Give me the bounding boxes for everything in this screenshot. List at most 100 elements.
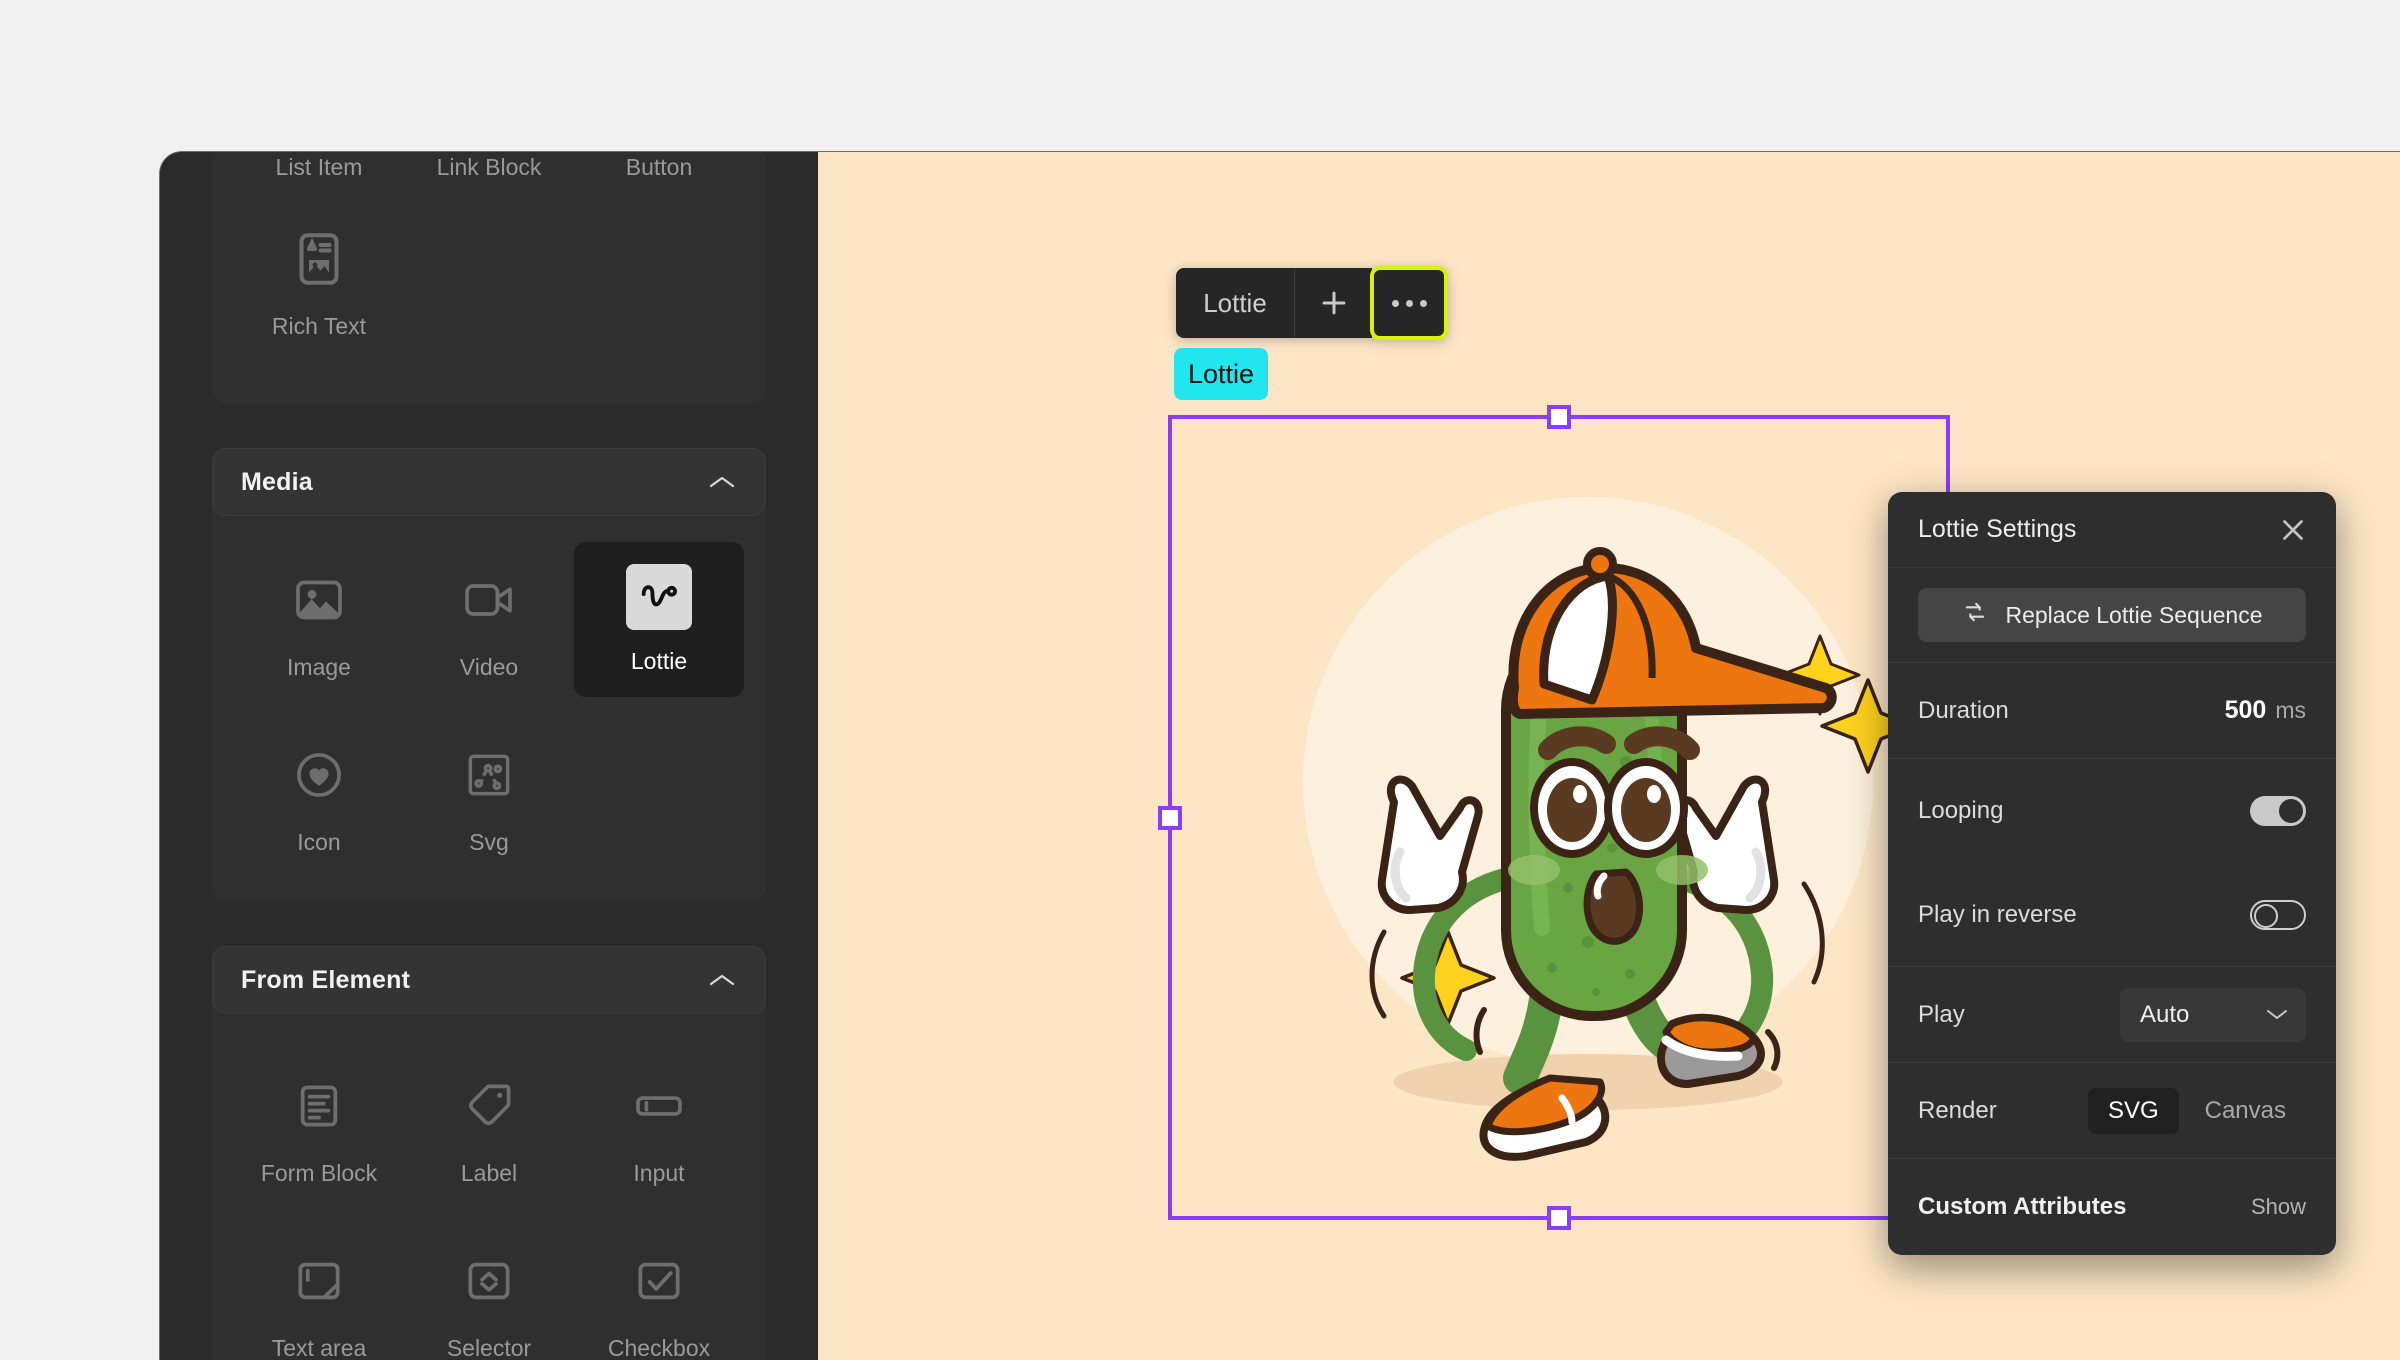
- tile-icon[interactable]: Icon: [234, 717, 404, 872]
- replace-icon: [1961, 598, 1989, 632]
- render-option-svg[interactable]: SVG: [2087, 1087, 2179, 1134]
- section-media: Media Image Video Lottie Icon Svg: [212, 448, 766, 902]
- tag-icon: [453, 1070, 525, 1142]
- render-segmented-control[interactable]: SVG Canvas: [2087, 1087, 2306, 1134]
- custom-attributes-show-link[interactable]: Show: [2251, 1194, 2306, 1220]
- duration-value[interactable]: 500: [2225, 696, 2267, 724]
- row-looping[interactable]: Looping: [1888, 759, 2336, 863]
- top-labels-row: List Item Link Block Button: [212, 152, 766, 181]
- selection-box[interactable]: [1158, 405, 1960, 1230]
- tile-label-link-block: Link Block: [436, 154, 542, 180]
- tile-empty-1: [404, 201, 574, 356]
- rich-text-icon: [283, 223, 355, 295]
- play-in-reverse-toggle[interactable]: [2250, 899, 2306, 930]
- section-from-element-grid: Form Block Label Input Text area Selecto…: [212, 1014, 766, 1360]
- tile-lottie[interactable]: Lottie: [574, 542, 744, 697]
- tile-video[interactable]: Video: [404, 542, 574, 697]
- toggle-knob: [2254, 903, 2278, 928]
- tile-svg[interactable]: Svg: [404, 717, 574, 872]
- image-icon: [283, 564, 355, 636]
- render-label: Render: [1918, 1096, 1997, 1124]
- tile-checkbox[interactable]: Checkbox: [574, 1223, 744, 1360]
- render-option-canvas[interactable]: Canvas: [2185, 1088, 2306, 1134]
- tile-label: Input: [633, 1160, 685, 1186]
- video-icon: [453, 564, 525, 636]
- tile-label: Svg: [469, 829, 509, 855]
- plus-icon[interactable]: [1294, 268, 1372, 338]
- element-toolbar[interactable]: Lottie: [1176, 266, 1448, 340]
- screen: List Item Link Block Button Rich Text Me…: [0, 0, 2400, 1360]
- input-icon: [623, 1070, 695, 1142]
- add-elements-panel[interactable]: List Item Link Block Button Rich Text Me…: [160, 152, 818, 1360]
- duration-label: Duration: [1918, 696, 2009, 724]
- play-label: Play: [1918, 1000, 1965, 1028]
- section-from-element-header[interactable]: From Element: [212, 946, 766, 1014]
- row-duration[interactable]: Duration 500 ms: [1888, 663, 2336, 759]
- section-media-grid: Image Video Lottie Icon Svg: [212, 516, 766, 902]
- tile-label[interactable]: Label: [404, 1048, 574, 1203]
- group-basic: List Item Link Block Button Rich Text: [212, 152, 766, 404]
- ellipsis-icon[interactable]: [1370, 266, 1448, 340]
- chevron-up-icon[interactable]: [707, 473, 737, 491]
- row-play[interactable]: Play Auto: [1888, 967, 2336, 1063]
- play-in-reverse-label: Play in reverse: [1918, 900, 2077, 928]
- tile-label: Lottie: [630, 648, 688, 674]
- form-block-icon: [283, 1070, 355, 1142]
- tile-label-button: Button: [625, 154, 693, 180]
- dot: [1405, 299, 1413, 307]
- dot: [1419, 299, 1427, 307]
- lottie-icon: [626, 564, 692, 630]
- element-name-tag[interactable]: Lottie: [1174, 348, 1269, 400]
- tile-form-block[interactable]: Form Block: [234, 1048, 404, 1203]
- row-render[interactable]: Render SVG Canvas: [1888, 1063, 2336, 1159]
- section-media-header[interactable]: Media: [212, 448, 766, 516]
- resize-handle-left[interactable]: [1158, 805, 1182, 830]
- tile-image[interactable]: Image: [234, 542, 404, 697]
- row-play-in-reverse[interactable]: Play in reverse: [1888, 863, 2336, 967]
- checkbox-icon: [623, 1245, 695, 1317]
- tile-text-area[interactable]: Text area: [234, 1223, 404, 1360]
- popover-title: Lottie Settings: [1918, 515, 2077, 543]
- play-select[interactable]: Auto: [2120, 987, 2306, 1042]
- replace-label: Replace Lottie Sequence: [2005, 601, 2263, 628]
- duration-unit: ms: [2275, 697, 2306, 723]
- textarea-icon: [283, 1245, 355, 1317]
- replace-section: Replace Lottie Sequence: [1888, 568, 2336, 663]
- svg-icon: [453, 739, 525, 811]
- tile-input[interactable]: Input: [574, 1048, 744, 1203]
- tile-rich-text[interactable]: Rich Text: [234, 201, 404, 356]
- heart-icon: [283, 739, 355, 811]
- looping-toggle[interactable]: [2250, 796, 2306, 826]
- section-title: Media: [241, 467, 313, 496]
- play-select-value: Auto: [2140, 1000, 2190, 1028]
- tile-label: Icon: [297, 829, 341, 855]
- tile-empty-3: [574, 703, 744, 872]
- section-from-element: From Element Form Block Label Input Text…: [212, 946, 766, 1360]
- group-basic-grid: Rich Text: [212, 181, 766, 386]
- tile-empty-2: [574, 201, 744, 356]
- replace-lottie-sequence-button[interactable]: Replace Lottie Sequence: [1918, 588, 2306, 642]
- chevron-down-icon: [2264, 1001, 2290, 1029]
- tile-label-list-item: List Item: [275, 154, 363, 180]
- selector-icon: [453, 1245, 525, 1317]
- tile-label: Selector: [446, 1335, 532, 1360]
- section-title: From Element: [241, 965, 411, 994]
- looping-label: Looping: [1918, 797, 2004, 824]
- element-toolbar-name[interactable]: Lottie: [1176, 268, 1294, 338]
- lottie-settings-popover[interactable]: Lottie Settings Replace Lottie Sequence: [1888, 492, 2336, 1255]
- popover-header: Lottie Settings: [1888, 492, 2336, 568]
- tile-label: Rich Text: [271, 313, 367, 339]
- tile-label: Checkbox: [607, 1335, 711, 1360]
- resize-handle-bottom[interactable]: [1547, 1206, 1571, 1230]
- resize-handle-top[interactable]: [1547, 405, 1571, 429]
- custom-attributes-label: Custom Attributes: [1918, 1193, 2127, 1220]
- dot: [1391, 299, 1399, 307]
- duration-value-group[interactable]: 500 ms: [2225, 696, 2306, 725]
- close-icon[interactable]: [2276, 513, 2310, 547]
- toggle-knob: [2279, 799, 2303, 823]
- row-custom-attributes[interactable]: Custom Attributes Show: [1888, 1159, 2336, 1255]
- tile-selector[interactable]: Selector: [404, 1223, 574, 1360]
- design-canvas[interactable]: Lottie Lottie Lottie Settings Replace Lo…: [818, 152, 2400, 1360]
- tile-label: Form Block: [260, 1160, 378, 1186]
- chevron-up-icon[interactable]: [707, 971, 737, 989]
